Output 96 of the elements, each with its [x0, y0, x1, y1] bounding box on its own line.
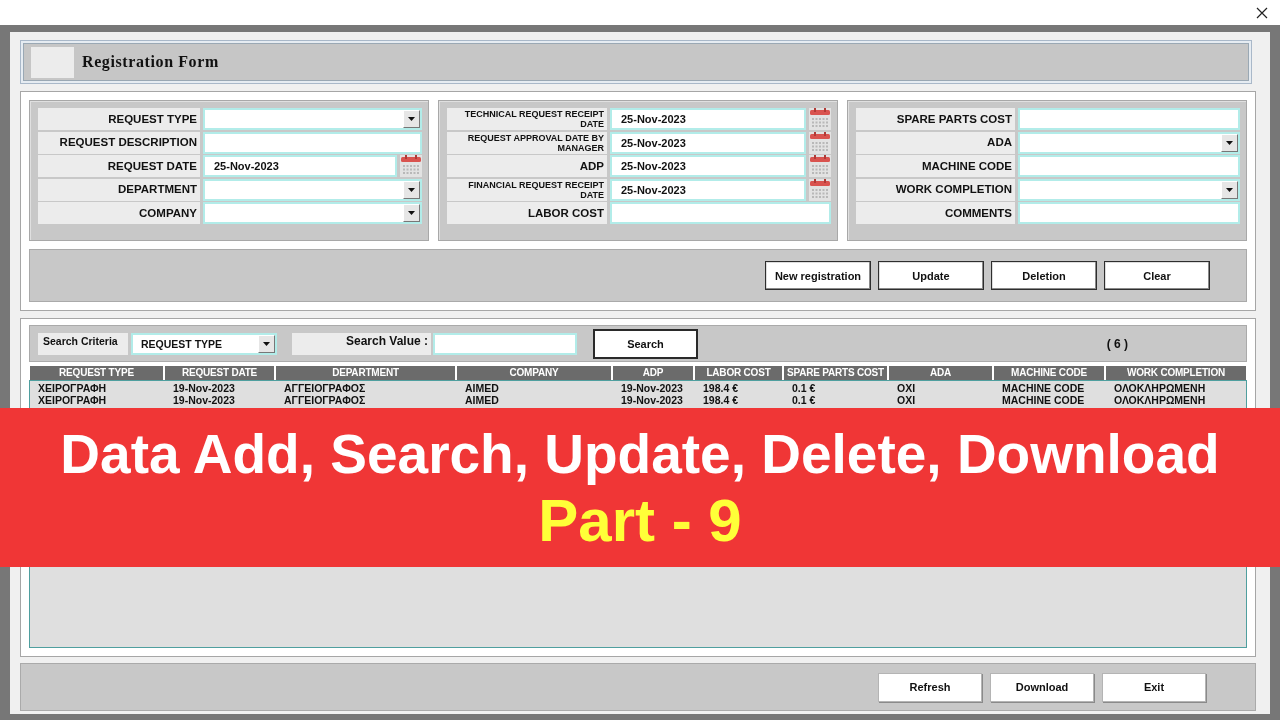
text-field[interactable]: [203, 131, 422, 154]
action-button[interactable]: Update: [878, 261, 984, 290]
text-field[interactable]: [1018, 155, 1240, 177]
table-cell-text: ΟΛΟΚΛΗΡΩΜΕΝΗ: [1113, 382, 1207, 394]
calendar-icon[interactable]: [400, 155, 422, 177]
field-label: ADP: [447, 155, 607, 177]
action-button[interactable]: Deletion: [991, 261, 1097, 290]
date-field[interactable]: 25-Nov-2023: [610, 108, 806, 130]
caret-icon: [263, 341, 270, 346]
table-cell-text: 19-Nov-2023: [172, 394, 236, 406]
column-header: REQUEST DATE: [165, 366, 274, 380]
criteria-dropdown[interactable]: REQUEST TYPE: [131, 332, 277, 355]
table-cell-text: 19-Nov-2023: [620, 382, 684, 394]
field-label: FINANCIAL REQUEST RECEIPT DATE: [447, 178, 607, 201]
dropdown-field[interactable]: [203, 202, 422, 224]
column-header: MACHINE CODE: [994, 366, 1104, 380]
table-cell-text: ΧΕΙΡΟΓΡΑΦΗ: [37, 394, 108, 406]
column-header: DEPARTMENT: [276, 366, 455, 380]
date-field[interactable]: 25-Nov-2023: [610, 178, 806, 201]
table-cell-text: MACHINE CODE: [1001, 394, 1086, 406]
footer-button[interactable]: Download: [990, 672, 1094, 702]
table-cell-text: 19-Nov-2023: [620, 394, 684, 406]
date-field[interactable]: 25-Nov-2023: [610, 131, 806, 154]
caret-icon: [1226, 140, 1233, 145]
close-button[interactable]: [1256, 6, 1268, 19]
date-field[interactable]: 25-Nov-2023: [610, 155, 806, 177]
column-header: ADA: [889, 366, 992, 380]
dropdown-button[interactable]: [403, 110, 420, 128]
dropdown-field[interactable]: [203, 108, 422, 130]
dropdown-button[interactable]: [1221, 133, 1238, 152]
table-cell-text: ΧΕΙΡΟΓΡΑΦΗ: [37, 382, 108, 394]
table-cell-text: 0.1 €: [791, 394, 817, 406]
field-label: REQUEST DATE: [38, 155, 200, 177]
caret-icon: [1226, 187, 1233, 192]
action-button[interactable]: New registration: [765, 261, 871, 290]
close-icon: [1256, 6, 1268, 19]
search-value-field[interactable]: [433, 332, 577, 355]
table-cell-text: 19-Nov-2023: [172, 382, 236, 394]
column-header: WORK COMPLETION: [1106, 366, 1246, 380]
date-field[interactable]: 25-Nov-2023: [203, 155, 397, 177]
text-field[interactable]: [1018, 202, 1240, 224]
dropdown-button[interactable]: [258, 334, 275, 353]
dropdown-field[interactable]: [203, 178, 422, 201]
banner-subtitle: Part - 9: [538, 487, 742, 554]
column-header: REQUEST TYPE: [30, 366, 163, 380]
table-cell-text: 198.4 €: [702, 394, 740, 406]
field-label: COMPANY: [38, 202, 200, 224]
table-cell-text: AIMED: [464, 394, 500, 406]
table-cell-text: 0.1 €: [791, 382, 817, 394]
field-label: DEPARTMENT: [38, 178, 200, 201]
table-cell-text: MACHINE CODE: [1001, 382, 1086, 394]
column-header: ADP: [613, 366, 693, 380]
dropdown-button[interactable]: [403, 204, 420, 222]
table-cell-text: AIMED: [464, 382, 500, 394]
field-label: SPARE PARTS COST: [856, 108, 1015, 130]
form-title: Registration Form: [82, 53, 219, 71]
table-cell-text: ΟΛΟΚΛΗΡΩΜΕΝΗ: [1113, 394, 1207, 406]
field-label: COMMENTS: [856, 202, 1015, 224]
footer-button[interactable]: Exit: [1102, 672, 1206, 702]
column-header: LABOR COST: [695, 366, 782, 380]
field-label: ADA: [856, 131, 1015, 154]
dropdown-button[interactable]: [403, 180, 420, 199]
field-label: WORK COMPLETION: [856, 178, 1015, 201]
image-placeholder: [31, 46, 74, 78]
column-header: COMPANY: [457, 366, 611, 380]
field-label: REQUEST APPROVAL DATE BY MANAGER: [447, 131, 607, 154]
action-button[interactable]: Clear: [1104, 261, 1210, 290]
calendar-icon[interactable]: [809, 178, 831, 201]
table-cell-text: ΟΧΙ: [896, 382, 917, 394]
calendar-icon[interactable]: [809, 108, 831, 130]
caret-icon: [408, 211, 415, 215]
dropdown-field[interactable]: [1018, 131, 1240, 154]
field-label: LABOR COST: [447, 202, 607, 224]
result-count: ( 6 ): [1106, 336, 1128, 351]
search-button[interactable]: Search: [593, 328, 698, 359]
field-label: MACHINE CODE: [856, 155, 1015, 177]
calendar-icon[interactable]: [809, 155, 831, 177]
footer-button[interactable]: Refresh: [878, 672, 982, 702]
dropdown-button[interactable]: [1221, 180, 1238, 199]
caret-icon: [408, 187, 415, 192]
table-cell-text: 198.4 €: [702, 382, 740, 394]
table-cell-text: ΑΓΓΕΙΟΓΡΑΦΟΣ: [283, 394, 367, 406]
column-header: SPARE PARTS COST: [784, 366, 887, 380]
search-criteria-label: Search Criteria: [38, 332, 128, 355]
table-cell-text: ΟΧΙ: [896, 394, 917, 406]
banner-title: Data Add, Search, Update, Delete, Download: [60, 421, 1220, 486]
field-label: TECHNICAL REQUEST RECEIPT DATE: [447, 108, 607, 130]
caret-icon: [408, 117, 415, 121]
text-field[interactable]: [610, 202, 831, 224]
dropdown-field[interactable]: [1018, 178, 1240, 201]
search-value-label: Search Value :: [292, 332, 431, 355]
field-label: REQUEST DESCRIPTION: [38, 131, 200, 154]
text-field[interactable]: [1018, 108, 1240, 130]
field-label: REQUEST TYPE: [38, 108, 200, 130]
calendar-icon[interactable]: [809, 131, 831, 154]
table-cell-text: ΑΓΓΕΙΟΓΡΑΦΟΣ: [283, 382, 367, 394]
